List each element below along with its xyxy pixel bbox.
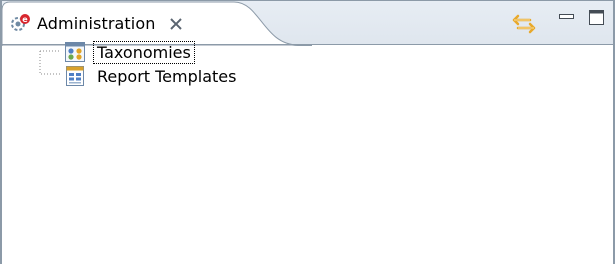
tree-item-taxonomies[interactable]: Taxonomies [64, 39, 195, 65]
close-icon[interactable] [169, 16, 183, 30]
link-with-editor-icon[interactable] [512, 14, 536, 34]
tree-item-label: Report Templates [97, 66, 237, 86]
taxonomy-icon [64, 41, 86, 63]
view-tab[interactable]: e Administration [11, 12, 183, 34]
tree-item-label: Taxonomies [93, 40, 195, 64]
tree-item-report-templates[interactable]: Report Templates [64, 63, 239, 89]
administration-tree: Taxonomies Report Templates [2, 40, 613, 264]
view-tab-bar: e Administration [2, 0, 613, 46]
administration-view-icon: e [11, 13, 31, 33]
svg-text:e: e [22, 15, 28, 24]
report-template-icon [64, 65, 86, 87]
maximize-icon[interactable] [588, 9, 606, 27]
view-tab-title: Administration [37, 13, 156, 33]
minimize-icon[interactable] [558, 9, 576, 23]
administration-view: e Administration Taxonomies Report Templ… [0, 0, 615, 264]
